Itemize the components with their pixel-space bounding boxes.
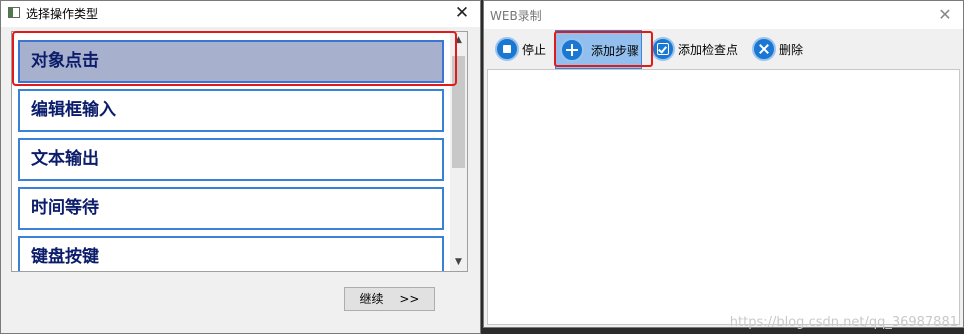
scroll-thumb[interactable] xyxy=(452,56,465,168)
add-checkpoint-button[interactable]: 添加检查点 xyxy=(647,30,747,69)
stop-icon xyxy=(495,37,519,61)
continue-button[interactable]: 继续 >> xyxy=(344,287,435,311)
operation-item-keypress[interactable]: 键盘按键 xyxy=(18,236,444,271)
window-icon xyxy=(8,7,20,18)
left-dialog-title: 选择操作类型 xyxy=(26,7,99,21)
delete-button[interactable]: 删除 xyxy=(748,30,808,69)
right-dialog-title: WEB录制 xyxy=(490,9,542,23)
scroll-down-icon[interactable]: ▼ xyxy=(450,254,467,271)
scroll-up-icon[interactable]: ▲ xyxy=(450,32,467,49)
left-titlebar: 选择操作类型 ✕ xyxy=(1,1,480,27)
operation-item-wait[interactable]: 时间等待 xyxy=(18,187,444,230)
right-titlebar: WEB录制 ✕ xyxy=(484,1,963,29)
add-step-button[interactable]: 添加步骤 xyxy=(555,30,642,69)
operation-list: 对象点击 编辑框输入 文本输出 时间等待 键盘按键 ▲ ▼ xyxy=(11,31,468,272)
recorded-steps-panel[interactable] xyxy=(487,69,960,325)
right-close-button[interactable]: ✕ xyxy=(935,5,955,25)
stop-label: 停止 xyxy=(522,43,547,57)
close-circle-icon xyxy=(752,37,776,61)
checkbox-icon xyxy=(651,37,675,61)
operation-item-object-click[interactable]: 对象点击 xyxy=(18,40,444,83)
operation-item-input[interactable]: 编辑框输入 xyxy=(18,89,444,132)
plus-circle-icon xyxy=(560,38,584,62)
left-close-button[interactable]: ✕ xyxy=(452,3,472,23)
delete-label: 删除 xyxy=(779,43,804,57)
select-operation-dialog: 选择操作类型 ✕ 对象点击 编辑框输入 文本输出 时间等待 键盘按键 ▲ ▼ 继… xyxy=(0,0,481,334)
web-record-dialog: WEB录制 ✕ 停止 添加步骤 添加检查点 删除 xyxy=(483,0,964,328)
add-checkpoint-label: 添加检查点 xyxy=(678,43,739,57)
record-toolbar: 停止 添加步骤 添加检查点 删除 xyxy=(484,30,963,69)
list-scrollbar[interactable]: ▲ ▼ xyxy=(450,32,467,271)
watermark: https://blog.csdn.net/qq_36987881 xyxy=(729,315,958,330)
operation-item-text-output[interactable]: 文本输出 xyxy=(18,138,444,181)
stop-button[interactable]: 停止 xyxy=(491,30,549,69)
add-step-label: 添加步骤 xyxy=(591,44,640,58)
